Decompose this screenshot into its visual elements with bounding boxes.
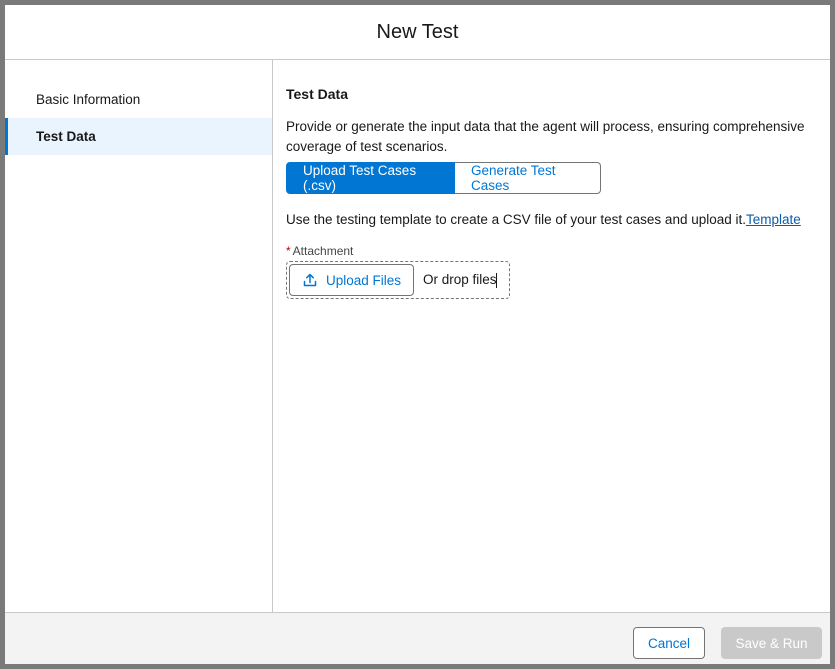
section-heading: Test Data (286, 86, 348, 102)
sidebar-item-label: Basic Information (36, 92, 141, 107)
modal-title: New Test (376, 20, 459, 43)
attachment-label: * Attachment (286, 244, 818, 258)
source-button-group: Upload Test Cases (.csv) Generate Test C… (286, 162, 818, 194)
upload-icon (302, 272, 318, 288)
sidebar-item-test-data[interactable]: Test Data (5, 118, 272, 155)
attachment-label-text: Attachment (292, 244, 354, 258)
cancel-button[interactable]: Cancel (633, 627, 705, 659)
section-description: Provide or generate the input data that … (286, 119, 805, 154)
generate-test-cases-button[interactable]: Generate Test Cases (455, 162, 601, 194)
template-text: Use the testing template to create a CSV… (286, 212, 747, 227)
modal-footer: Cancel Save & Run (5, 612, 830, 664)
upload-files-button[interactable]: Upload Files (289, 264, 414, 296)
required-marker: * (286, 244, 291, 258)
wizard-sidebar: Basic Information Test Data (5, 60, 273, 612)
template-instructions: Use the testing template to create a CSV… (286, 212, 818, 227)
drop-files-text: Or drop files (423, 272, 497, 288)
main-content: Test Data Provide or generate the input … (273, 60, 830, 612)
text-caret (495, 272, 497, 288)
drop-files-label: Or drop files (423, 272, 497, 288)
file-dropzone[interactable]: Upload Files Or drop files (286, 261, 510, 299)
sidebar-item-basic-information[interactable]: Basic Information (5, 81, 272, 118)
upload-files-label: Upload Files (325, 272, 402, 288)
modal-header: New Test (5, 5, 830, 60)
new-test-modal: New Test Basic Information Test Data Tes… (5, 5, 830, 664)
upload-test-cases-button[interactable]: Upload Test Cases (.csv) (286, 162, 455, 194)
save-and-run-button[interactable]: Save & Run (721, 627, 822, 659)
sidebar-item-label: Test Data (36, 129, 96, 144)
template-link[interactable]: Template (746, 212, 801, 227)
